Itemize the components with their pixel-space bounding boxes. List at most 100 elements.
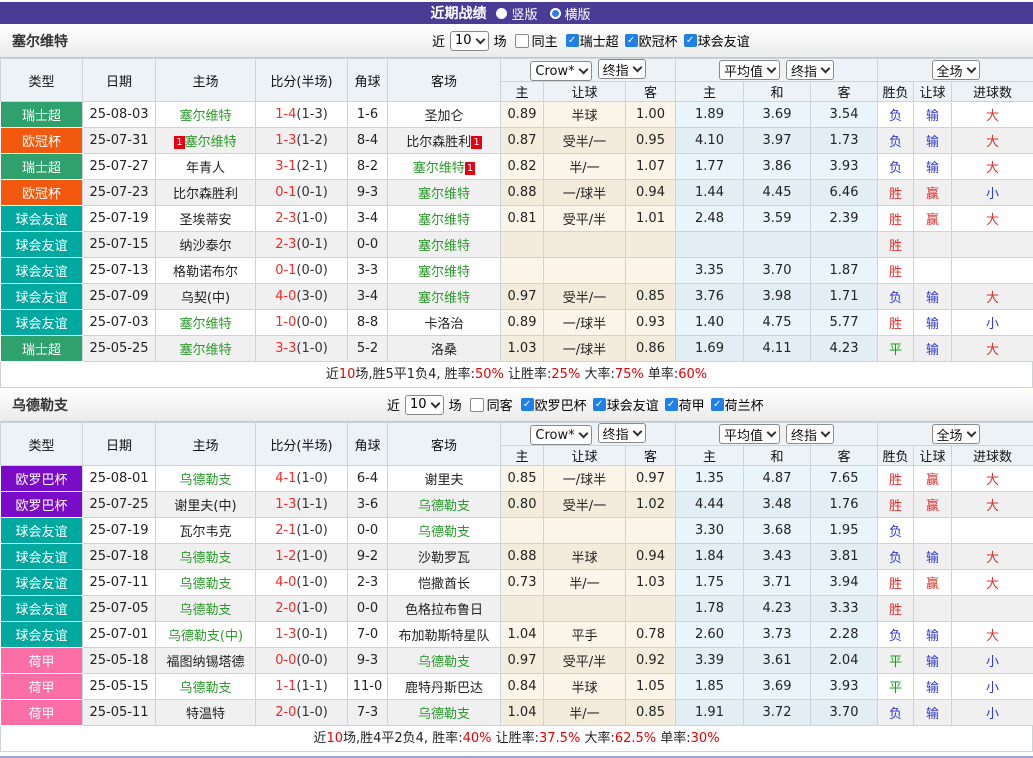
home-team-cell: 乌德勒支 (156, 596, 256, 622)
home-team-cell: 特温特 (156, 700, 256, 726)
odds-stage-select[interactable]: 终指 (598, 423, 646, 443)
result-winloss-value: 平 (889, 681, 902, 696)
summary-row: 近10场,胜4平2负4, 胜率:40% 让胜率:37.5% 大率:62.5% 单… (0, 726, 1033, 752)
result-winloss-value: 平 (889, 655, 902, 670)
avg-away: 2.28 (811, 622, 878, 648)
avg-draw: 3.61 (744, 648, 811, 674)
match-row: 荷甲25-05-18福图纳锡塔德0-0(0-0)9-3乌德勒支0.97受平/半0… (1, 648, 1033, 674)
home-team-name: 乌德勒支(中) (168, 629, 243, 644)
result-handicap (914, 518, 952, 544)
avg-away: 5.77 (811, 310, 878, 336)
league-filter-checkbox[interactable]: ✓ (625, 34, 638, 47)
home-team-cell: 圣埃蒂安 (156, 206, 256, 232)
away-team-cell: 乌德勒支 (388, 518, 501, 544)
league-filter-checkbox[interactable]: ✓ (684, 34, 697, 47)
halftime-score: (0-0) (296, 653, 327, 668)
away-team-name: 塞尔维特 (413, 161, 465, 176)
result-handicap: 输 (914, 284, 952, 310)
avg-away: 3.93 (811, 154, 878, 180)
avg-stage-select[interactable]: 终指 (786, 60, 834, 80)
odds-company-select-value: Crow* (535, 64, 574, 79)
corners-cell: 7-3 (348, 700, 388, 726)
away-team-name: 乌德勒支 (418, 707, 470, 722)
league-filter-checkbox[interactable]: ✓ (665, 398, 678, 411)
odds-stage-select[interactable]: 终指 (598, 59, 646, 79)
result-handicap (914, 258, 952, 284)
radio-icon[interactable] (496, 8, 507, 19)
result-goals: 大 (952, 102, 1033, 128)
fulltime-score: 1-4 (275, 107, 296, 122)
score-cell: 0-1(0-1) (256, 180, 348, 206)
league-filter-checkbox[interactable]: ✓ (566, 34, 579, 47)
result-handicap: 输 (914, 154, 952, 180)
away-team-cell: 比尔森胜利1 (388, 128, 501, 154)
avg-draw: 4.45 (744, 180, 811, 206)
section-header-bar: 塞尔维特近10场同主✓瑞士超✓欧冠杯✓球会友谊 (0, 24, 1033, 58)
halftime-score: (3-0) (296, 289, 327, 304)
result-handicap-value: 输 (926, 629, 939, 644)
recent-count-select[interactable]: 10 (405, 395, 444, 415)
away-team-name: 色格拉布鲁日 (405, 603, 483, 618)
halftime-score: (1-0) (296, 471, 327, 486)
avg-draw: 3.69 (744, 674, 811, 700)
layout-option[interactable]: 横版 (550, 4, 591, 23)
fulltime-score: 2-0 (275, 705, 296, 720)
odds-company-select[interactable]: Crow* (530, 61, 591, 81)
result-handicap-value: 输 (926, 135, 939, 150)
home-team-name: 谢里夫(中) (174, 499, 236, 514)
result-goals-value: 大 (986, 213, 999, 228)
summary-text: 75% (615, 367, 644, 382)
radio-selected-icon[interactable] (550, 8, 561, 19)
result-handicap (914, 232, 952, 258)
odds-home (501, 232, 544, 258)
same-venue-checkbox[interactable] (470, 398, 484, 412)
odds-company-select[interactable]: Crow* (530, 425, 591, 445)
summary-text: 大率: (580, 367, 615, 382)
scope-dropdown-cell: 全场 (878, 59, 1033, 82)
scope-select[interactable]: 全场 (932, 424, 980, 444)
league-filter-checkbox[interactable]: ✓ (521, 398, 534, 411)
league-badge: 瑞士超 (1, 336, 83, 362)
score-cell: 1-4(1-3) (256, 102, 348, 128)
recent-count-select[interactable]: 10 (450, 31, 489, 51)
home-team-name: 乌德勒支 (179, 681, 231, 696)
unit-label: 场 (494, 31, 507, 50)
league-filter-checkbox[interactable]: ✓ (711, 398, 724, 411)
league-badge: 球会友谊 (1, 258, 83, 284)
avg-away: 3.94 (811, 570, 878, 596)
halftime-score: (1-0) (296, 575, 327, 590)
league-filter-checkbox[interactable]: ✓ (593, 398, 606, 411)
same-venue-label: 同客 (487, 395, 513, 414)
result-winloss: 平 (878, 648, 914, 674)
scope-select[interactable]: 全场 (932, 60, 980, 80)
corners-cell: 8-8 (348, 310, 388, 336)
avg-draw: 4.11 (744, 336, 811, 362)
column-header: 客 (811, 82, 878, 102)
same-venue-checkbox[interactable] (515, 34, 529, 48)
away-team-name: 鹿特丹斯巴达 (405, 681, 483, 696)
column-header: 和 (744, 82, 811, 102)
layout-option[interactable]: 竖版 (496, 4, 537, 23)
score-cell: 2-0(1-0) (256, 700, 348, 726)
avg-stage-select-value: 终指 (791, 61, 817, 80)
dropdown-caret-icon (966, 64, 976, 74)
avg-type-select[interactable]: 平均值 (719, 60, 780, 80)
away-team-name: 沙勒罗瓦 (418, 551, 470, 566)
result-goals: 小 (952, 700, 1033, 726)
result-handicap-value: 赢 (926, 499, 939, 514)
result-goals: 大 (952, 466, 1033, 492)
dropdown-caret-icon (767, 428, 777, 438)
result-winloss-value: 胜 (889, 473, 902, 488)
odds-handicap: 一/球半 (544, 466, 626, 492)
avg-stage-select[interactable]: 终指 (786, 424, 834, 444)
result-handicap-value: 输 (926, 161, 939, 176)
halftime-score: (0-0) (296, 315, 327, 330)
home-team-name: 乌契(中) (181, 291, 230, 306)
league-badge: 欧罗巴杯 (1, 466, 83, 492)
match-row: 瑞士超25-07-27年青人3-1(2-1)8-2塞尔维特10.82半/一1.0… (1, 154, 1033, 180)
league-filter-label: 球会友谊 (698, 31, 750, 50)
column-header: 让球 (914, 446, 952, 466)
result-goals: 大 (952, 570, 1033, 596)
avg-type-select[interactable]: 平均值 (719, 424, 780, 444)
match-date: 25-08-01 (83, 466, 156, 492)
